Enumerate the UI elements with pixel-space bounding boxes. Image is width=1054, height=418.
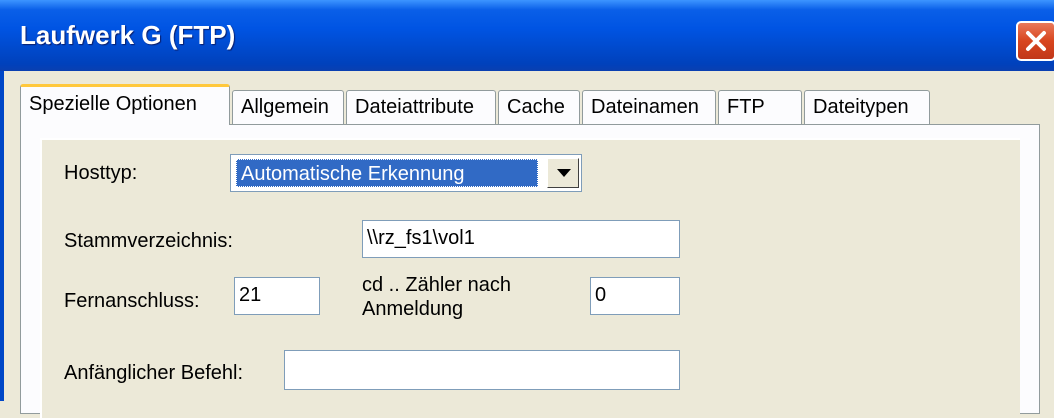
title-bar[interactable]: Laufwerk G (FTP) [0,0,1054,71]
tab-dateitypen[interactable]: Dateitypen [804,90,930,124]
hosttyp-label: Hosttyp: [64,162,138,184]
tab-label: Spezielle Optionen [29,93,197,115]
tab-label: Cache [507,96,565,118]
cd-zaehler-input[interactable]: 0 [590,277,680,315]
tab-ftp[interactable]: FTP [718,90,802,124]
tab-label: Dateinamen [591,96,699,118]
close-icon [1026,31,1046,51]
tab-dateiattribute[interactable]: Dateiattribute [346,90,496,124]
tab-spezielle-optionen[interactable]: Spezielle Optionen [20,84,230,125]
tab-dateinamen[interactable]: Dateinamen [582,90,716,124]
tab-allgemein[interactable]: Allgemein [232,90,344,124]
close-button[interactable] [1016,21,1054,61]
hosttyp-dropdown-button[interactable] [547,158,579,188]
fernanschluss-label: Fernanschluss: [64,290,200,312]
befehl-input[interactable] [284,350,680,390]
tab-cache[interactable]: Cache [498,90,580,124]
cd-zaehler-label-line2: Anmeldung [362,298,464,320]
stammverzeichnis-input[interactable]: \\rz_fs1\vol1 [362,220,680,258]
stammverzeichnis-label: Stammverzeichnis: [64,230,233,252]
window-title: Laufwerk G (FTP) [20,20,236,50]
tab-label: Dateitypen [813,96,909,118]
cd-zaehler-label-line1: cd .. Zähler nach [362,274,511,296]
tab-label: FTP [727,96,765,118]
chevron-down-icon [557,169,571,177]
fernanschluss-input[interactable]: 21 [234,277,320,315]
befehl-label: Anfänglicher Befehl: [64,362,244,384]
hosttyp-select[interactable]: Automatische Erkennung [230,154,582,192]
hosttyp-selected-value: Automatische Erkennung [236,159,538,187]
tab-label: Dateiattribute [355,96,474,118]
tab-label: Allgemein [241,96,329,118]
